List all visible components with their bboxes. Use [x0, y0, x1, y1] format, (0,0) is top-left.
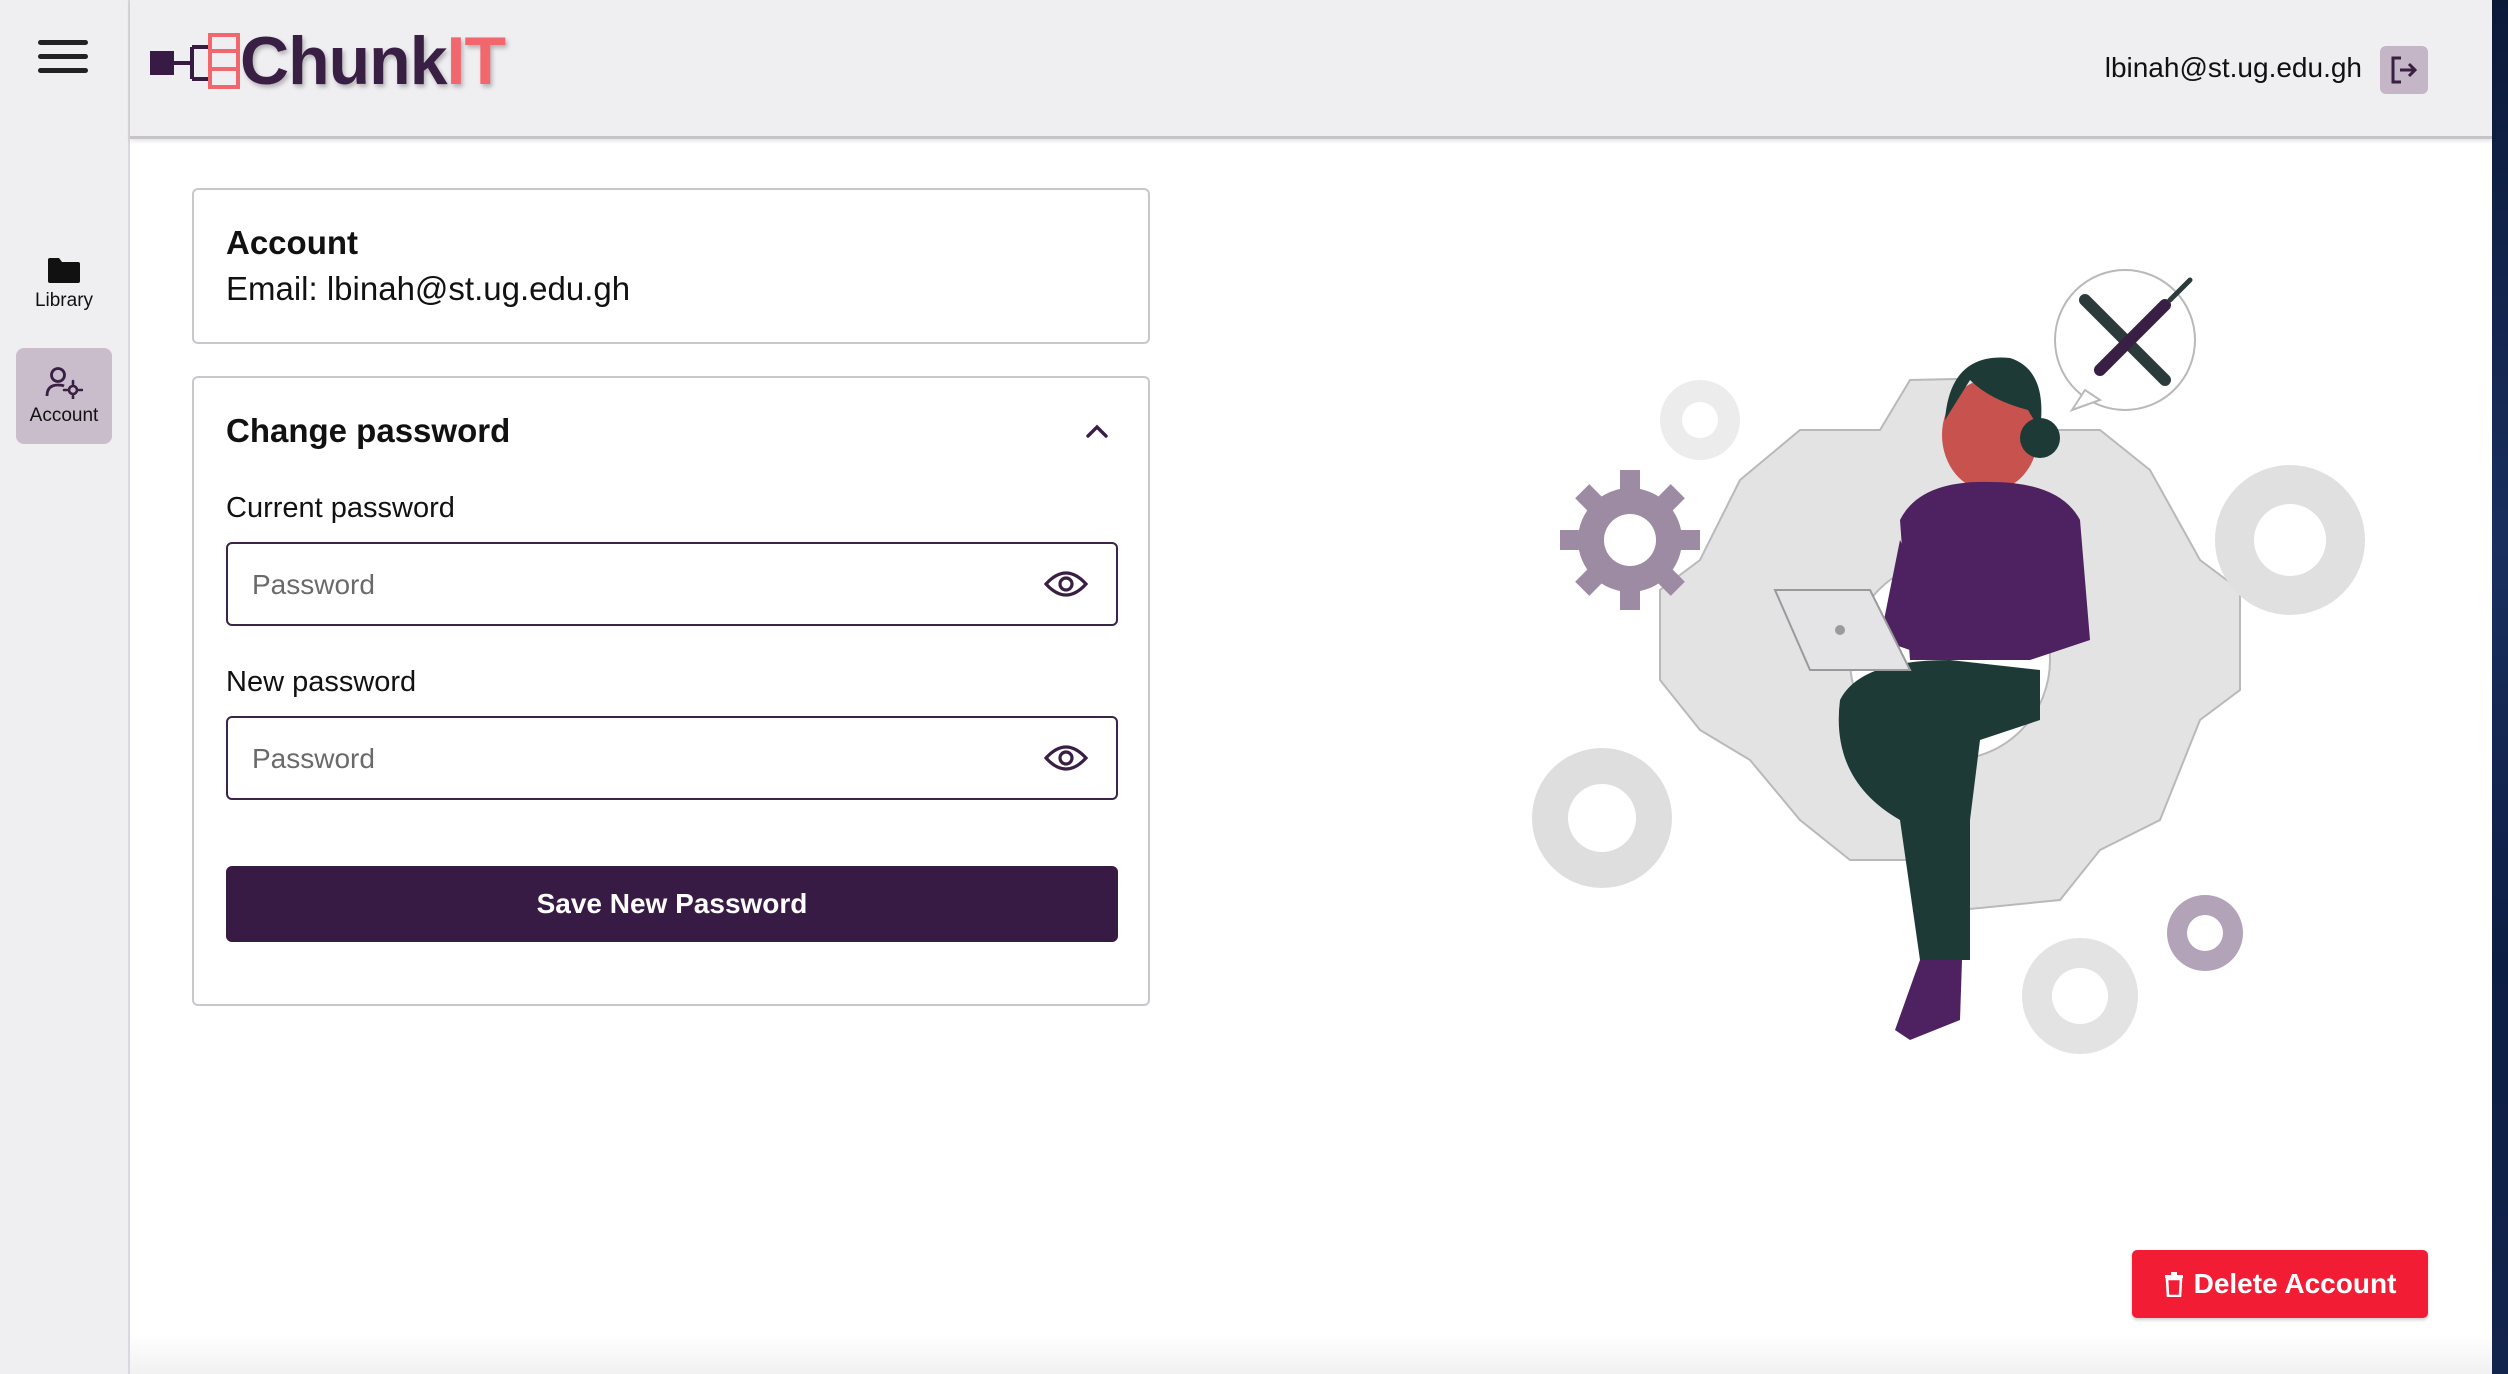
delete-account-button[interactable]: Delete Account: [2132, 1250, 2428, 1318]
footer-shade: [130, 1334, 2492, 1374]
new-password-label: New password: [226, 666, 417, 698]
chunkit-logo[interactable]: ChunkIT: [148, 23, 506, 99]
change-password-card: Change password Current password New pas…: [192, 376, 1150, 1006]
eye-icon[interactable]: [1044, 568, 1088, 600]
chevron-up-icon[interactable]: [1084, 418, 1110, 444]
current-password-input[interactable]: [250, 544, 1014, 626]
sidebar-item-label: Account: [29, 405, 99, 426]
gear-icon: [2167, 895, 2243, 971]
account-card: Account Email: lbinah@st.ug.edu.gh: [192, 188, 1150, 344]
desktop-background: [2492, 0, 2508, 1374]
left-rail: Library Account: [0, 0, 130, 1374]
sidebar-item-label: Library: [34, 290, 94, 311]
current-password-field: [226, 542, 1118, 626]
user-gear-icon: [45, 367, 83, 399]
logo-text: ChunkIT: [240, 23, 506, 99]
user-email: lbinah@st.ug.edu.gh: [2104, 52, 2362, 83]
folder-icon: [48, 258, 80, 283]
delete-account-label: Delete Account: [2193, 1268, 2397, 1299]
account-settings-illustration: [1532, 269, 2365, 1054]
trash-icon: [2164, 1272, 2183, 1297]
change-password-title: Change password: [226, 412, 511, 449]
account-title: Account: [226, 224, 358, 261]
tools-bubble-icon: [2054, 269, 2196, 412]
top-bar: ChunkIT lbinah@st.ug.edu.gh: [130, 0, 2492, 139]
logout-button[interactable]: [2380, 46, 2428, 94]
logout-icon: [2391, 56, 2418, 84]
account-email: Email: lbinah@st.ug.edu.gh: [226, 270, 631, 307]
save-new-password-button[interactable]: Save New Password: [226, 866, 1118, 942]
new-password-field: [226, 716, 1118, 800]
hamburger-menu-icon[interactable]: [38, 40, 88, 78]
sidebar-item-account[interactable]: Account: [16, 348, 112, 444]
sidebar-item-library[interactable]: Library: [16, 236, 112, 332]
new-password-input[interactable]: [250, 718, 1014, 800]
eye-icon[interactable]: [1044, 742, 1088, 774]
logo-mark-icon: [150, 33, 240, 89]
current-password-label: Current password: [226, 492, 455, 524]
